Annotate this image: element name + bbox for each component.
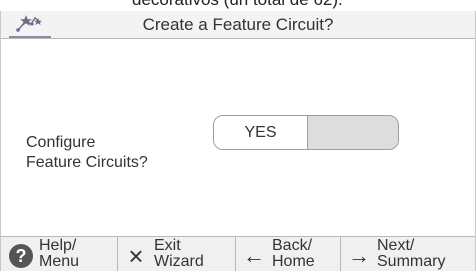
exit-line-1: Exit <box>154 237 181 254</box>
toggle-yes-option[interactable]: YES <box>214 116 308 149</box>
exit-line-2: Wizard <box>154 253 204 270</box>
back-line-2: Home <box>272 253 315 270</box>
feature-circuits-toggle[interactable]: YES <box>213 115 399 150</box>
help-menu-button[interactable]: ? Help/ Menu <box>1 237 118 271</box>
help-menu-label: Help/ Menu <box>39 238 79 270</box>
right-arrow-icon: → <box>348 243 370 268</box>
caption-strip-text: decorativos (un total de 62). <box>132 0 343 10</box>
next-summary-label: Next/ Summary <box>377 238 445 270</box>
help-line-2: Menu <box>39 253 80 270</box>
back-home-label: Back/ Home <box>272 238 315 270</box>
exit-wizard-label: Exit Wizard <box>154 238 204 270</box>
question-line-1: Configure <box>26 134 96 151</box>
wizard-screen: Create a Feature Circuit? Configure Feat… <box>0 11 476 271</box>
next-line-2: Summary <box>377 253 446 270</box>
next-line-1: Next/ <box>377 237 415 254</box>
exit-wizard-button[interactable]: × Exit Wizard <box>118 237 236 271</box>
wizard-header: Create a Feature Circuit? <box>1 11 475 39</box>
configure-feature-circuits-label: Configure Feature Circuits? <box>26 133 206 173</box>
wizard-content: Configure Feature Circuits? YES <box>1 39 475 236</box>
toggle-no-option[interactable] <box>308 116 398 149</box>
wizard-title: Create a Feature Circuit? <box>142 15 334 34</box>
help-icon: ? <box>9 244 33 268</box>
caption-strip: decorativos (un total de 62). <box>0 0 476 11</box>
next-summary-button[interactable]: → Next/ Summary <box>341 237 475 271</box>
back-line-1: Back/ <box>272 237 313 254</box>
close-icon: × <box>128 241 144 271</box>
question-line-2: Feature Circuits? <box>26 154 148 171</box>
wizard-footer: ? Help/ Menu × Exit Wizard ← Back/ Home … <box>1 236 475 271</box>
help-line-1: Help/ <box>39 237 77 254</box>
left-arrow-icon: ← <box>243 243 265 268</box>
back-home-button[interactable]: ← Back/ Home <box>236 237 341 271</box>
